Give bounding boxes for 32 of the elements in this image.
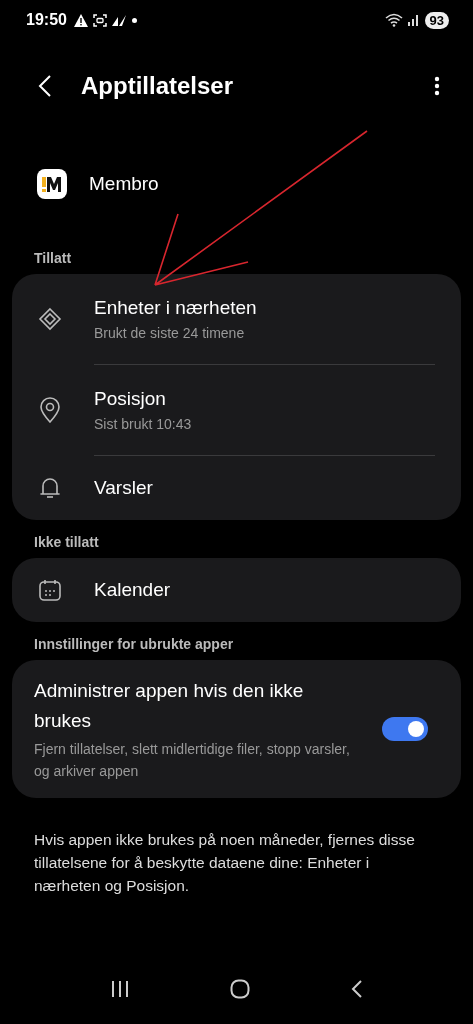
app-name: Membro bbox=[89, 173, 159, 195]
section-header: Tillatt bbox=[33, 249, 73, 268]
battery-level: 93 bbox=[424, 11, 449, 29]
permission-item[interactable]: Posisjon bbox=[94, 388, 192, 410]
bell-icon bbox=[39, 476, 61, 500]
location-pin-icon bbox=[39, 397, 61, 423]
permission-usage: Brukt de siste 24 timene bbox=[94, 325, 246, 341]
app-notification-icon bbox=[111, 14, 127, 26]
section-header: Ikke tillatt bbox=[33, 533, 100, 552]
home-icon[interactable] bbox=[230, 979, 251, 999]
status-time: 19:50 bbox=[26, 11, 67, 29]
footer-note: Hvis appen ikke brukes på noen måneder, fjernes disse tillatelsene for å beskytte dataene dine: Enheter i nærheten og Posisjon. bbox=[34, 830, 416, 896]
back-icon[interactable] bbox=[350, 979, 363, 999]
warning-icon bbox=[73, 13, 88, 27]
toggle-switch[interactable] bbox=[382, 717, 428, 741]
permission-item[interactable]: Kalender bbox=[94, 579, 171, 601]
calendar-icon bbox=[38, 578, 62, 602]
permission-item[interactable]: Enheter i nærheten bbox=[94, 297, 257, 319]
signal-icon bbox=[407, 14, 420, 26]
setting-description: Fjern tillatelser, slett midlertidige filer, stopp varsler, og arkiver appen bbox=[34, 740, 351, 781]
page-title: Apptillatelser bbox=[81, 72, 234, 100]
dot-icon bbox=[131, 17, 137, 23]
more-options-icon[interactable] bbox=[434, 76, 440, 96]
permission-item[interactable]: Varsler bbox=[94, 477, 153, 499]
app-icon bbox=[37, 169, 67, 199]
section-header: Innstillinger for ubrukte apper bbox=[33, 635, 235, 654]
wifi-icon bbox=[384, 13, 403, 27]
setting-title: Administrer appen hvis den ikke brukes bbox=[34, 679, 305, 733]
screenshot-icon bbox=[92, 13, 107, 27]
recent-apps-icon[interactable] bbox=[110, 980, 131, 998]
nearby-devices-icon bbox=[38, 307, 62, 331]
permission-usage: Sist brukt 10:43 bbox=[94, 416, 192, 432]
